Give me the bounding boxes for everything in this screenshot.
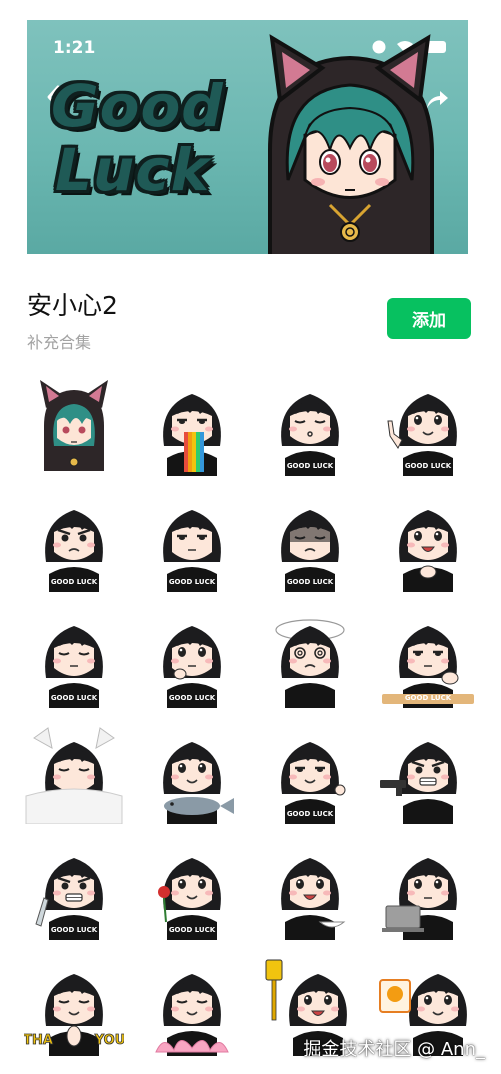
- pack-subtitle: 补充合集: [27, 333, 92, 352]
- sticker-thinking[interactable]: GOOD LUCK: [142, 608, 242, 708]
- sticker-lotus-pray-image: [155, 974, 229, 1056]
- sticker-speechless-image: GOOD LUCK: [163, 510, 221, 592]
- sticker-rose[interactable]: GOOD LUCK: [142, 840, 242, 940]
- sticker-grid: GOOD LUCK GOOD LUCK GOOD LUCK GOOD LUCK GOOD…: [24, 376, 480, 1056]
- sticker-pout-image: GOOD LUCK: [45, 510, 103, 592]
- banner-good-luck-text: Good Luck: [51, 74, 224, 202]
- sticker-dizzy[interactable]: [260, 608, 360, 708]
- sticker-rainbow-vomit[interactable]: [142, 376, 242, 476]
- sticker-gun-angry-image: [380, 742, 457, 824]
- sticker-laptop-image: [382, 858, 457, 940]
- sticker-ok-gesture[interactable]: GOOD LUCK: [260, 724, 360, 824]
- shirt-text: GOOD LUCK: [51, 578, 98, 586]
- thank-you-caption-left: THA: [24, 1033, 53, 1048]
- shirt-text: GOOD LUCK: [287, 578, 334, 586]
- share-icon[interactable]: [424, 86, 450, 112]
- sticker-sleeping-image: [25, 727, 123, 824]
- sticker-holding-fish[interactable]: [142, 724, 242, 824]
- shirt-text: GOOD LUCK: [169, 694, 216, 702]
- sticker-cat-hood-girl-image: [40, 380, 108, 471]
- sticker-bored-desk[interactable]: GOOD LUCK: [378, 608, 478, 708]
- banner-text-line2: Luck: [55, 136, 211, 204]
- sticker-ok-gesture-image: GOOD LUCK: [281, 742, 346, 824]
- sticker-pointing-image: GOOD LUCK: [387, 394, 457, 476]
- sticker-excited-clap-image: [399, 510, 457, 592]
- sticker-eating[interactable]: [260, 840, 360, 940]
- sticker-laptop[interactable]: [378, 840, 478, 940]
- sticker-knife-angry[interactable]: GOOD LUCK: [24, 840, 124, 940]
- banner-cat-hood-girl-illustration: [268, 34, 434, 254]
- sticker-holding-fish-image: [163, 742, 234, 824]
- sticker-kiss[interactable]: GOOD LUCK: [260, 376, 360, 476]
- sticker-knife-angry-image: GOOD LUCK: [35, 858, 103, 940]
- sticker-pointing[interactable]: GOOD LUCK: [378, 376, 478, 476]
- banner-text-line1: Good: [51, 72, 224, 140]
- sticker-sigh-image: GOOD LUCK: [45, 626, 103, 708]
- shirt-text: GOOD LUCK: [169, 926, 216, 934]
- shirt-text: GOOD LUCK: [405, 462, 452, 470]
- sticker-pout[interactable]: GOOD LUCK: [24, 492, 124, 592]
- sticker-rainbow-vomit-image: [163, 394, 221, 476]
- sticker-excited-clap[interactable]: [378, 492, 478, 592]
- sticker-rose-image: GOOD LUCK: [158, 858, 221, 940]
- sticker-kiss-image: GOOD LUCK: [281, 394, 339, 476]
- sticker-thank-you-image: THA YOU: [24, 974, 124, 1056]
- sticker-speechless[interactable]: GOOD LUCK: [142, 492, 242, 592]
- sticker-bored-desk-image: GOOD LUCK: [382, 626, 474, 708]
- watermark: 掘金技术社区 @ Ann_: [303, 1039, 485, 1060]
- sticker-gloomy-image: GOOD LUCK: [281, 510, 339, 592]
- shirt-text: GOOD LUCK: [287, 810, 334, 818]
- thank-you-caption-right: YOU: [94, 1033, 124, 1048]
- sticker-lotus-pray[interactable]: [142, 956, 242, 1056]
- shirt-text: GOOD LUCK: [287, 462, 334, 470]
- sticker-sigh[interactable]: GOOD LUCK: [24, 608, 124, 708]
- add-sticker-pack-button[interactable]: 添加: [387, 298, 471, 339]
- shirt-text: GOOD LUCK: [51, 694, 98, 702]
- sticker-thank-you[interactable]: THA YOU: [24, 956, 124, 1056]
- shirt-text: GOOD LUCK: [169, 578, 216, 586]
- pack-title: 安小心2: [27, 291, 118, 320]
- status-time: 1:21: [53, 38, 96, 58]
- sticker-eating-image: [281, 858, 346, 940]
- shirt-text: GOOD LUCK: [405, 694, 452, 702]
- sticker-thinking-image: GOOD LUCK: [163, 626, 221, 708]
- sticker-sleeping[interactable]: [24, 724, 124, 824]
- sticker-gun-angry[interactable]: [378, 724, 478, 824]
- shirt-text: GOOD LUCK: [51, 926, 98, 934]
- pack-banner: 1:21 Good Luck: [27, 20, 468, 254]
- sticker-cat-hood-girl[interactable]: [24, 376, 124, 476]
- sticker-dizzy-image: [275, 619, 345, 708]
- sticker-gloomy[interactable]: GOOD LUCK: [260, 492, 360, 592]
